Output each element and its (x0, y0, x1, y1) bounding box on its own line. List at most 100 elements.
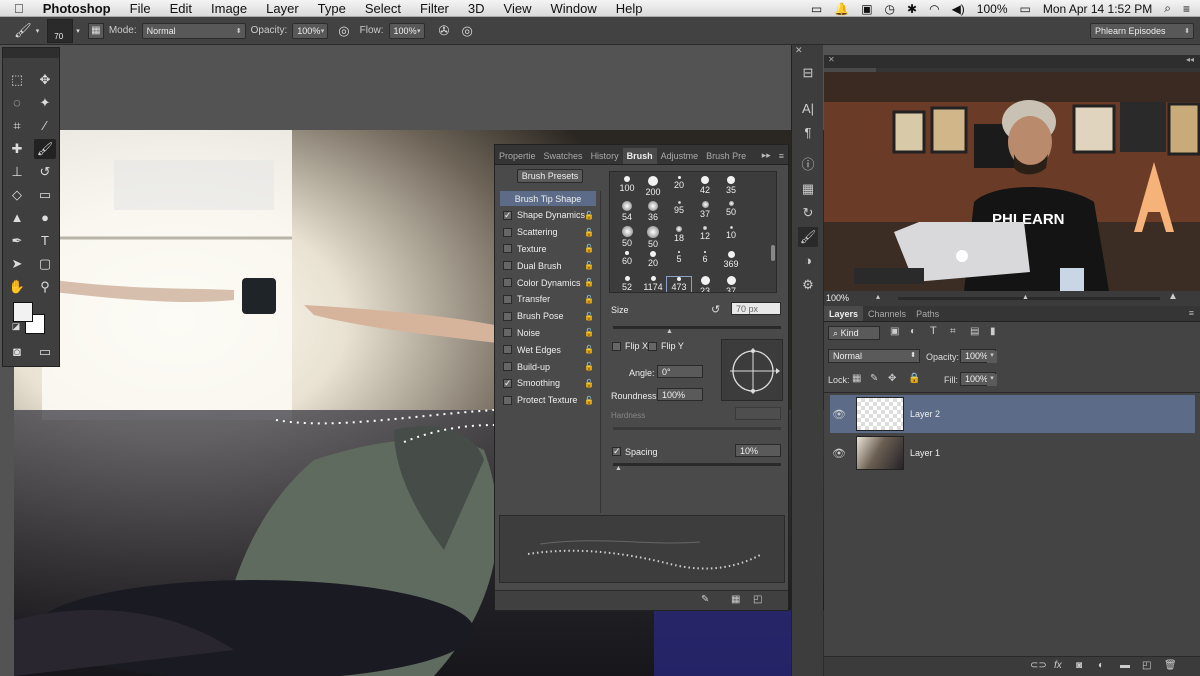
battery-icon[interactable]: ▭ (1020, 2, 1031, 16)
lock-all-icon[interactable]: 🔒 (908, 373, 920, 384)
tab-brush-presets[interactable]: Brush Pre (702, 148, 750, 164)
angle-input[interactable]: 0° (657, 365, 703, 378)
brush-tip[interactable]: 20 (666, 176, 692, 190)
brush-tip[interactable]: 12 (692, 226, 718, 241)
lock-icon[interactable]: 🔓 (584, 295, 594, 304)
lock-icon[interactable]: 🔓 (584, 278, 594, 287)
list-icon[interactable]: ≡ (1183, 2, 1190, 16)
navigator-zoom-thumb[interactable]: ▲ (1022, 294, 1029, 301)
lock-image-icon[interactable]: ✎ (870, 373, 878, 384)
search-icon[interactable]: ⌕ (1164, 1, 1171, 16)
menu-view[interactable]: View (504, 1, 532, 16)
tab-layers[interactable]: Layers (824, 306, 864, 321)
brush-option-checkbox[interactable]: ✓ (503, 210, 512, 220)
shape-tool-icon[interactable]: ▢ (34, 254, 56, 274)
brush-option-protect-texture[interactable]: Protect Texture 🔓 (500, 393, 596, 408)
lock-icon[interactable]: 🔓 (584, 211, 594, 220)
brush-tip[interactable]: 1174 (640, 276, 666, 292)
brush-tip[interactable]: 37 (718, 276, 744, 292)
brush-tip[interactable]: 6 (692, 251, 718, 264)
brush-tip[interactable]: 50 (718, 201, 744, 217)
delete-layer-icon[interactable]: 🗑 (1164, 660, 1177, 671)
size-slider-thumb[interactable]: ▲ (666, 328, 673, 335)
move-tool-icon[interactable]: ✥ (34, 70, 56, 90)
brush-tool-selected-icon[interactable]: 🖌 (34, 139, 56, 159)
brush-option-shape-dynamics[interactable]: ✓ Shape Dynamics 🔓 (500, 208, 596, 223)
hardness-input[interactable] (735, 407, 781, 420)
properties-icon[interactable]: ⚙ (798, 275, 818, 295)
brush-tip[interactable]: 50 (640, 226, 666, 249)
brush-panel-icon[interactable]: 🖌 (798, 227, 818, 247)
lasso-tool-icon[interactable]: ◌ (6, 93, 28, 113)
brush-grid-icon[interactable]: ▦ (731, 594, 740, 605)
brush-tool-icon[interactable]: 🖌 (14, 22, 32, 39)
screen-mode-icon[interactable]: ▭ (34, 342, 56, 362)
blur-tool-icon[interactable]: ▲ (6, 208, 28, 228)
filter-type-icon[interactable]: T (930, 325, 937, 337)
navigator-close-icon[interactable]: ✕ (828, 55, 835, 64)
info-icon[interactable]: ⓘ (798, 155, 818, 175)
spacing-slider[interactable] (613, 463, 781, 466)
layer-opacity-dropdown-icon[interactable]: ▾ (987, 351, 997, 363)
tab-channels[interactable]: Channels (863, 306, 911, 321)
brush-option-checkbox[interactable] (503, 244, 512, 254)
layer-row-2[interactable]: 👁 Layer 2 (830, 395, 1195, 433)
brush-tip[interactable]: 36 (640, 201, 666, 222)
brush-picker-arrow-icon[interactable]: ▾ (76, 27, 80, 35)
filter-smart-object-icon[interactable]: ▤ (970, 326, 979, 337)
link-layers-icon[interactable]: ⊂⊃ (1030, 660, 1047, 671)
new-group-icon[interactable]: ▬ (1120, 660, 1130, 671)
menu-filter[interactable]: Filter (420, 1, 449, 16)
reset-size-icon[interactable]: ↺ (711, 303, 720, 316)
brush-tip[interactable]: 54 (614, 201, 640, 222)
marquee-tool-icon[interactable]: ⬚ (6, 70, 28, 90)
swatches-icon[interactable]: ▦ (798, 179, 818, 199)
app-menu[interactable]: Photoshop (43, 1, 111, 16)
dodge-tool-icon[interactable]: ● (34, 208, 56, 228)
lock-icon[interactable]: 🔓 (584, 312, 594, 321)
bluetooth-icon[interactable]: ✱ (907, 2, 917, 16)
blend-mode-select[interactable]: Normal ⬍ (828, 349, 920, 363)
brush-tip[interactable]: 42 (692, 176, 718, 195)
tip-grid-scrollbar[interactable] (771, 245, 775, 261)
brush-presets-button[interactable]: Brush Presets (517, 169, 583, 183)
lock-position-icon[interactable]: ✥ (888, 373, 896, 384)
spacing-input[interactable]: 10% (735, 444, 781, 457)
flip-y-checkbox[interactable] (648, 342, 657, 351)
tab-properties[interactable]: Propertie (495, 148, 540, 164)
layer-name[interactable]: Layer 2 (910, 409, 940, 419)
size-input[interactable]: 70 px (731, 302, 781, 315)
brush-tip[interactable]: 23 (692, 276, 718, 292)
navigator-zoom-value[interactable]: 100% (826, 293, 849, 303)
fill-dropdown-icon[interactable]: ▾ (987, 374, 997, 386)
brush-tip[interactable]: 5 (666, 251, 692, 264)
new-adjustment-layer-icon[interactable]: ◐ (1098, 660, 1104, 671)
tab-adjustments[interactable]: Adjustme (657, 148, 703, 164)
brush-option-checkbox[interactable] (503, 345, 512, 355)
brush-tip[interactable]: 100 (614, 176, 640, 193)
crop-tool-icon[interactable]: ⌗ (6, 116, 28, 136)
menu-type[interactable]: Type (318, 1, 346, 16)
filter-toggle-icon[interactable]: ▮ (990, 326, 996, 337)
lock-icon[interactable]: 🔓 (584, 362, 594, 371)
toggle-proof-icon[interactable]: ✎ (701, 594, 709, 605)
lock-icon[interactable]: 🔓 (584, 244, 594, 253)
lock-icon[interactable]: 🔓 (584, 379, 594, 388)
camera-icon[interactable]: ▭ (811, 2, 822, 16)
eraser-tool-icon[interactable]: ◇ (6, 185, 28, 205)
tab-swatches[interactable]: Swatches (540, 148, 587, 164)
visibility-eye-icon[interactable]: 👁 (830, 408, 848, 421)
path-selection-tool-icon[interactable]: ➤ (6, 254, 28, 274)
lock-icon[interactable]: 🔓 (584, 396, 594, 405)
eyedropper-tool-icon[interactable]: ⁄ (34, 116, 56, 136)
default-colors-icon[interactable]: ◪ (5, 316, 27, 336)
filter-pixel-icon[interactable]: ▣ (890, 326, 899, 337)
brush-tip[interactable]: 35 (718, 176, 744, 195)
airbrush-icon[interactable]: ✇ (439, 23, 450, 39)
menu-layer[interactable]: Layer (266, 1, 299, 16)
clock-icon[interactable]: ◷ (885, 2, 895, 16)
brush-tip[interactable]: 20 (640, 251, 666, 268)
navigator-zoom-slider[interactable] (898, 297, 1160, 300)
brush-tip[interactable]: 95 (666, 201, 692, 215)
mode-select[interactable]: Normal ⬍ (141, 22, 246, 39)
